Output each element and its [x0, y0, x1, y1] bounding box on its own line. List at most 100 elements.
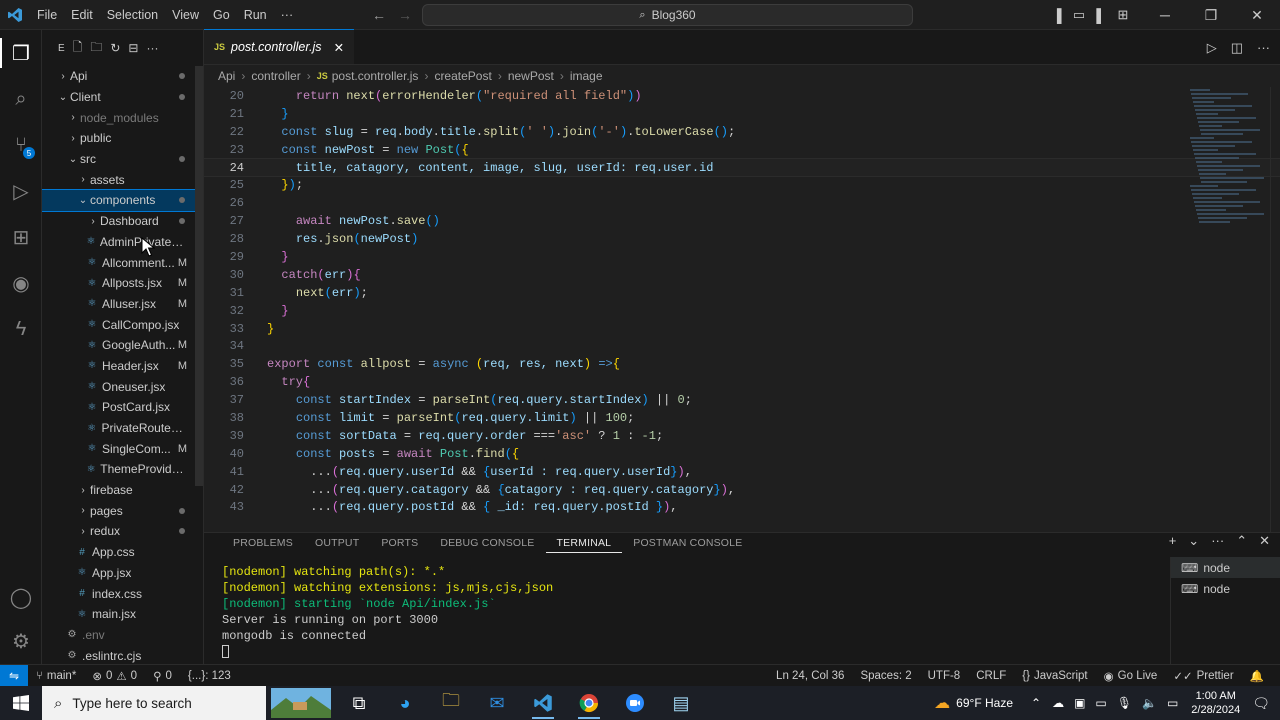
code-line[interactable]: 23 const newPost = new Post({	[204, 141, 1280, 159]
clock[interactable]: 1:00 AM 2/28/2024	[1183, 689, 1248, 717]
toggle-primary-sidebar-icon[interactable]: ▐	[1046, 0, 1068, 30]
problems-indicator[interactable]: ⊗ 0 ⚠ 0	[84, 669, 145, 683]
tree-file[interactable]: ⚛ Header.jsx M	[42, 356, 203, 377]
menu-item-5[interactable]: Run	[237, 8, 274, 22]
weather-sun-icon[interactable]: ☁	[934, 693, 950, 713]
code-line[interactable]: 34	[204, 337, 1280, 355]
taskbar-search-box[interactable]: ⌕ Type here to search	[42, 686, 266, 720]
search-icon[interactable]: ⌕	[0, 76, 42, 122]
language-mode[interactable]: {} JavaScript	[1014, 670, 1095, 682]
toggle-panel-icon[interactable]: ▭	[1068, 0, 1090, 30]
ports-indicator[interactable]: ⚲ 0	[145, 669, 180, 683]
network-icon[interactable]: ▭	[1095, 696, 1106, 710]
tree-file[interactable]: ⚛ Allcomment... M	[42, 252, 203, 273]
tree-folder[interactable]: › redux	[42, 521, 203, 542]
panel-tab-problems[interactable]: PROBLEMS	[222, 533, 304, 553]
breadcrumb-item[interactable]: Api	[218, 69, 235, 83]
tree-file[interactable]: # index.css	[42, 583, 203, 604]
close-tab-icon[interactable]: ✕	[334, 40, 344, 55]
new-terminal-icon[interactable]: +	[1169, 533, 1177, 549]
tree-file[interactable]: ⚙ .env	[42, 625, 203, 646]
new-file-icon[interactable]: 🗋	[73, 38, 83, 59]
speaker-icon[interactable]: 🔈	[1142, 696, 1157, 710]
mail-icon[interactable]: ✉	[474, 686, 520, 720]
run-file-icon[interactable]: ▷	[1207, 40, 1217, 56]
notification-center-icon[interactable]: 🗨	[1252, 695, 1270, 712]
tree-file[interactable]: # App.css	[42, 542, 203, 563]
tree-folder[interactable]: › node_modules	[42, 107, 203, 128]
code-line[interactable]: 29 }	[204, 248, 1280, 266]
close-panel-icon[interactable]: ✕	[1259, 533, 1270, 549]
cursor-position[interactable]: Ln 24, Col 36	[768, 670, 852, 682]
menu-item-1[interactable]: Edit	[64, 8, 100, 22]
code-line[interactable]: 36 try{	[204, 373, 1280, 391]
code-line[interactable]: 31 next(err);	[204, 284, 1280, 302]
code-line[interactable]: 40 const posts = await Post.find({	[204, 445, 1280, 463]
tree-file[interactable]: ⚛ PostCard.jsx	[42, 397, 203, 418]
customize-layout-icon[interactable]: ⊞	[1112, 0, 1134, 30]
code-editor[interactable]: 20 return next(errorHendeler("required a…	[203, 87, 1280, 532]
tree-file[interactable]: ⚛ GoogleAuth... M	[42, 335, 203, 356]
encoding[interactable]: UTF-8	[920, 670, 969, 682]
tree-file[interactable]: ⚛ CallCompo.jsx	[42, 314, 203, 335]
tree-file[interactable]: ⚛ SingleCom... M	[42, 438, 203, 459]
code-line[interactable]: 24 title, catagory, content, image, slug…	[203, 157, 1280, 178]
tree-file[interactable]: ⚛ Oneuser.jsx	[42, 376, 203, 397]
meet-now-icon[interactable]: ▣	[1074, 696, 1085, 710]
terminal-instance[interactable]: ⌨ node	[1171, 557, 1280, 578]
refresh-icon[interactable]: ↻	[110, 41, 120, 55]
thunder-client-icon[interactable]: ϟ	[0, 306, 42, 352]
restore-button[interactable]: ❐	[1188, 0, 1234, 30]
tree-file[interactable]: ⚛ main.jsx	[42, 604, 203, 625]
menu-item-2[interactable]: Selection	[100, 8, 165, 22]
tree-file[interactable]: ⚛ Allposts.jsx M	[42, 273, 203, 294]
panel-tab-terminal[interactable]: TERMINAL	[545, 533, 623, 553]
editor-scrollbar[interactable]	[1270, 87, 1280, 532]
explorer-icon[interactable]: ❐	[0, 30, 42, 76]
code-line[interactable]: 25 });	[204, 176, 1280, 194]
new-folder-icon[interactable]: 🗀	[90, 38, 102, 59]
code-line[interactable]: 41 ...(req.query.userId && {userId : req…	[204, 463, 1280, 481]
tree-file[interactable]: ⚛ App.jsx	[42, 563, 203, 584]
edge-browser-icon[interactable]: ◕	[382, 686, 428, 720]
menu-item-3[interactable]: View	[165, 8, 206, 22]
zoom-icon[interactable]	[612, 686, 658, 720]
task-view-icon[interactable]: ⧉	[336, 686, 382, 720]
panel-more-icon[interactable]: ···	[1211, 533, 1224, 549]
breadcrumb-item[interactable]: JS	[317, 71, 328, 81]
run-debug-icon[interactable]: ▷	[0, 168, 42, 214]
code-line[interactable]: 33}	[204, 320, 1280, 338]
vscode-taskbar-icon[interactable]	[520, 686, 566, 720]
tree-file[interactable]: ⚛ Alluser.jsx M	[42, 294, 203, 315]
forward-arrow-icon[interactable]: →	[398, 7, 412, 23]
notepad-icon[interactable]: ▤	[658, 686, 704, 720]
tree-folder[interactable]: › Dashboard	[42, 211, 203, 232]
code-line[interactable]: 32 }	[204, 302, 1280, 320]
panel-tab-debug-console[interactable]: DEBUG CONSOLE	[429, 533, 545, 553]
accounts-icon[interactable]: ◯	[0, 574, 42, 620]
file-explorer-icon[interactable]: 🗀	[428, 686, 474, 720]
selection-info[interactable]: {...}: 123	[180, 670, 239, 682]
menu-item-0[interactable]: File	[30, 8, 64, 22]
terminal-instance[interactable]: ⌨ node	[1171, 578, 1280, 599]
menu-item-4[interactable]: Go	[206, 8, 237, 22]
sidebar-scrollbar[interactable]	[195, 66, 203, 486]
git-branch[interactable]: ⑂ main*	[28, 670, 84, 682]
postman-icon[interactable]: ◉	[0, 260, 42, 306]
panel-tab-ports[interactable]: PORTS	[370, 533, 429, 553]
tree-folder[interactable]: ⌄ Client	[42, 87, 203, 108]
extensions-icon[interactable]: ⊞	[0, 214, 42, 260]
editor-more-icon[interactable]: ···	[1257, 40, 1270, 56]
minimize-button[interactable]: ─	[1142, 0, 1188, 30]
end-of-line[interactable]: CRLF	[968, 670, 1014, 682]
remote-indicator-icon[interactable]: ⇋	[0, 664, 28, 687]
landscape-widget-icon[interactable]	[266, 686, 336, 720]
code-line[interactable]: 30 catch(err){	[204, 266, 1280, 284]
tree-file[interactable]: ⚛ PrivateRoute.jsx	[42, 418, 203, 439]
code-line[interactable]: 26	[204, 194, 1280, 212]
maximize-panel-icon[interactable]: ⌃	[1236, 533, 1247, 549]
tree-folder[interactable]: › firebase	[42, 480, 203, 501]
split-editor-icon[interactable]: ◫	[1231, 40, 1243, 56]
close-window-button[interactable]: ✕	[1234, 0, 1280, 30]
code-line[interactable]: 39 const sortData = req.query.order ==='…	[204, 427, 1280, 445]
